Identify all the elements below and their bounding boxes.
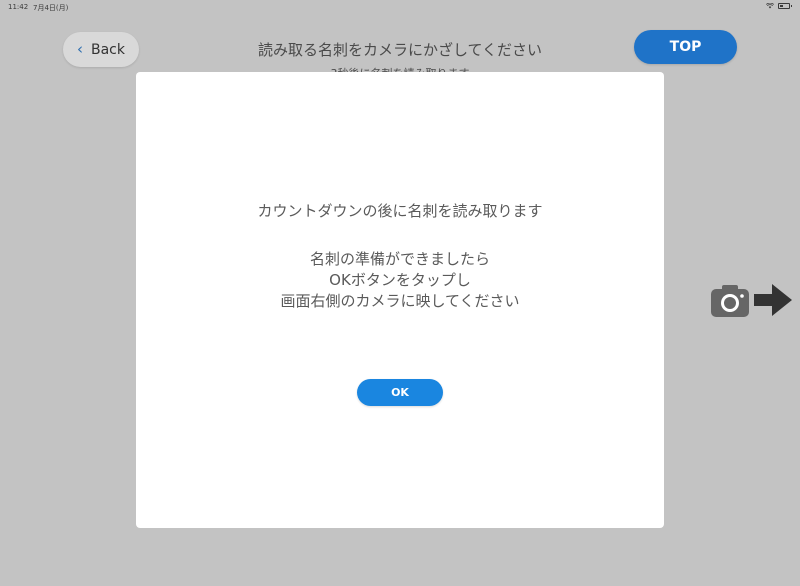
status-time: 11:42 — [8, 3, 29, 11]
chevron-left-icon: ‹ — [77, 39, 83, 58]
ok-button-label: OK — [391, 386, 409, 399]
modal-instruction-line: 名刺の準備ができましたら — [309, 250, 490, 268]
status-bar: 11:42 7月4日(月) — [0, 0, 800, 14]
back-button-label: Back — [91, 41, 125, 58]
camera-icon — [711, 285, 749, 317]
top-button[interactable]: TOP — [634, 30, 737, 64]
battery-level — [780, 5, 783, 7]
battery-icon — [778, 3, 792, 9]
page-subtitle: 3秒後に名刺を読み取ります — [200, 65, 600, 72]
modal-instruction-line: 画面右側のカメラに映してください — [280, 292, 520, 310]
wifi-icon — [766, 3, 774, 9]
top-button-label: TOP — [669, 39, 702, 55]
modal-title: カウントダウンの後に名刺を読み取ります — [257, 202, 543, 220]
back-button[interactable]: ‹ Back — [63, 32, 139, 67]
status-icons — [766, 3, 792, 9]
camera-hint — [711, 283, 793, 317]
ok-button[interactable]: OK — [357, 379, 443, 406]
status-date: 7月4日(月) — [33, 4, 69, 12]
arrow-right-icon — [754, 284, 792, 316]
modal-card: カウントダウンの後に名刺を読み取ります 名刺の準備ができましたら OKボタンをタ… — [136, 72, 664, 528]
modal-instruction-line: OKボタンをタップし — [329, 271, 471, 289]
page-title: 読み取る名刺をカメラにかざしてください — [257, 41, 543, 59]
